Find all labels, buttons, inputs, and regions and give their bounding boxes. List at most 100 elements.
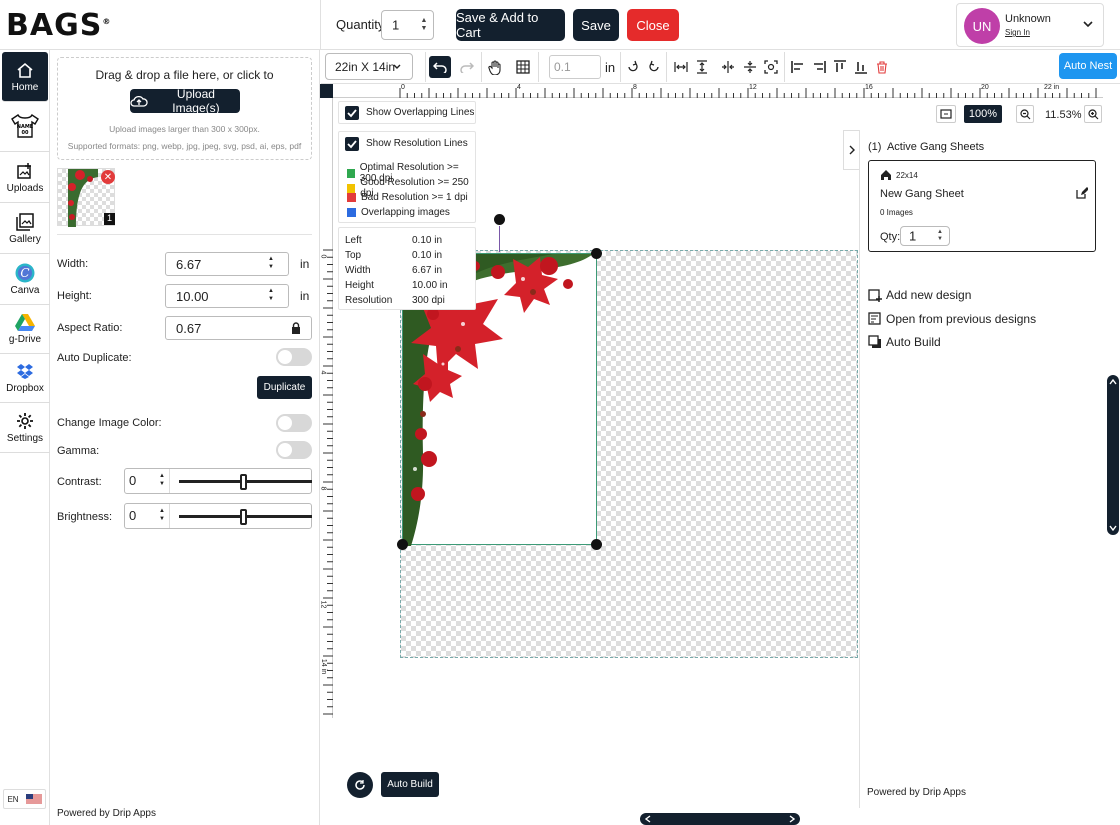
rotate-left-icon[interactable] xyxy=(622,56,644,78)
hand-pan-icon[interactable] xyxy=(484,56,506,78)
trash-icon[interactable] xyxy=(871,56,893,78)
nav-canva[interactable]: C Canva xyxy=(0,255,50,305)
side-nav: Home NAME 00 Uploads Gallery C Canva g-Dr… xyxy=(0,50,50,825)
align-right-icon[interactable] xyxy=(808,56,830,78)
powered-by-brand[interactable]: Drip Apps xyxy=(113,808,156,819)
gang-sheet-card[interactable]: 22x14 New Gang Sheet 0 Images Qty: 1 ▲ ▼ xyxy=(868,160,1096,252)
align-top-icon[interactable] xyxy=(829,56,851,78)
stepper-arrows-icon[interactable]: ▲ ▼ xyxy=(159,507,165,523)
legend-label: Overlapping images xyxy=(361,207,450,218)
info-key: Top xyxy=(345,250,362,261)
stepper-arrows-icon[interactable]: ▲ ▼ xyxy=(419,17,429,33)
fit-width-icon[interactable] xyxy=(670,56,692,78)
redo-icon[interactable] xyxy=(456,56,478,78)
cloud-upload-icon xyxy=(130,95,148,107)
home-icon xyxy=(881,170,891,180)
resize-handle-top-right[interactable] xyxy=(591,248,602,259)
legend-label: Bad Resolution >= 1 dpi xyxy=(361,192,468,203)
undo-icon[interactable] xyxy=(429,56,451,78)
language-selector[interactable]: EN xyxy=(3,789,46,809)
info-value: 300 dpi xyxy=(412,295,445,306)
aspect-ratio-input[interactable]: 0.67 xyxy=(165,316,312,340)
gamma-toggle[interactable] xyxy=(276,441,312,459)
nav-label: Canva xyxy=(10,285,40,296)
auto-nest-button[interactable]: Auto Nest xyxy=(1059,53,1117,79)
refresh-icon[interactable] xyxy=(347,772,373,798)
brightness-slider-thumb[interactable] xyxy=(240,509,247,525)
checkbox-checked-icon[interactable] xyxy=(345,137,359,151)
logo: BAGS® xyxy=(6,8,112,43)
powered-by-brand[interactable]: Drip Apps xyxy=(923,787,966,798)
center-horizontal-icon[interactable] xyxy=(717,56,739,78)
save-add-to-cart-button[interactable]: Save & Add to Cart xyxy=(456,9,565,41)
brightness-input[interactable]: 0 ▲ ▼ xyxy=(125,504,170,528)
vertical-scrollbar[interactable] xyxy=(1107,375,1119,535)
stepper-arrows-icon[interactable]: ▲ ▼ xyxy=(935,229,945,243)
rotate-handle[interactable] xyxy=(494,214,505,225)
align-bottom-icon[interactable] xyxy=(850,56,872,78)
lock-icon[interactable] xyxy=(291,322,301,334)
edit-icon[interactable] xyxy=(1076,187,1088,199)
height-input[interactable]: 10.00 ▲ ▼ xyxy=(165,284,289,308)
center-vertical-icon[interactable] xyxy=(739,56,761,78)
width-input[interactable]: 6.67 ▲ ▼ xyxy=(165,252,289,276)
show-overlapping-toggle[interactable]: Show Overlapping Lines xyxy=(338,101,476,124)
nav-settings[interactable]: Settings xyxy=(0,403,50,453)
rotate-right-icon[interactable] xyxy=(643,56,665,78)
us-flag-icon xyxy=(25,794,42,804)
stepper-arrows-icon[interactable]: ▲ ▼ xyxy=(268,255,274,271)
auto-duplicate-label: Auto Duplicate: xyxy=(57,352,132,364)
sheet-size-select[interactable]: 22in X 14in xyxy=(325,53,413,80)
horizontal-scrollbar[interactable] xyxy=(640,813,800,825)
logo-text: BAGS xyxy=(6,8,103,43)
spacing-input[interactable]: 0.1 xyxy=(549,55,601,79)
zoom-out-icon[interactable] xyxy=(1016,105,1034,123)
change-image-color-toggle[interactable] xyxy=(276,414,312,432)
auto-build-button[interactable]: Auto Build xyxy=(381,772,439,797)
user-menu[interactable]: UN Unknown Sign In xyxy=(956,3,1104,47)
gang-qty-input[interactable]: 1 ▲ ▼ xyxy=(900,226,950,246)
open-designs-icon xyxy=(868,312,881,325)
fit-height-icon[interactable] xyxy=(691,56,713,78)
contrast-slider-thumb[interactable] xyxy=(240,474,247,490)
stepper-arrows-icon[interactable]: ▲ ▼ xyxy=(159,472,165,488)
width-unit: in xyxy=(300,257,310,271)
contrast-input[interactable]: 0 ▲ ▼ xyxy=(125,469,170,493)
remove-thumbnail-close-icon[interactable]: ✕ xyxy=(101,170,115,184)
checkbox-checked-icon[interactable] xyxy=(345,106,359,120)
quantity-input[interactable]: 1 ▲ ▼ xyxy=(381,10,434,40)
brightness-value: 0 xyxy=(129,508,137,523)
open-previous-designs-link[interactable]: Open from previous designs xyxy=(868,312,1036,326)
upload-images-button[interactable]: Upload Image(s) xyxy=(130,87,240,115)
zoom-in-icon[interactable] xyxy=(1084,105,1102,123)
nav-name-product[interactable]: NAME 00 xyxy=(0,102,50,152)
align-left-icon[interactable] xyxy=(787,56,809,78)
nav-dropbox[interactable]: Dropbox xyxy=(0,353,50,403)
nav-home[interactable]: Home xyxy=(2,52,48,102)
legend-item: Overlapping images xyxy=(347,207,450,218)
contrast-value: 0 xyxy=(129,473,137,488)
auto-build-link[interactable]: Auto Build xyxy=(868,335,941,349)
grid-icon[interactable] xyxy=(512,56,534,78)
nav-uploads[interactable]: Uploads xyxy=(0,153,50,203)
gear-icon xyxy=(16,411,34,431)
collapse-panel-chevron-icon[interactable] xyxy=(843,130,859,170)
nav-gallery[interactable]: Gallery xyxy=(0,204,50,254)
auto-duplicate-toggle[interactable] xyxy=(276,348,312,366)
duplicate-button[interactable]: Duplicate xyxy=(257,376,312,399)
save-button[interactable]: Save xyxy=(573,9,619,41)
fit-screen-icon[interactable] xyxy=(936,105,956,123)
nav-gdrive[interactable]: g-Drive xyxy=(0,304,50,354)
add-new-design-link[interactable]: Add new design xyxy=(868,288,971,302)
image-settings-panel: Drag & drop a file here, or click to Upl… xyxy=(50,50,320,825)
zoom-100-button[interactable]: 100% xyxy=(964,105,1002,123)
resize-handle-bottom-right[interactable] xyxy=(591,539,602,550)
stepper-arrows-icon[interactable]: ▲ ▼ xyxy=(268,287,274,303)
close-button[interactable]: Close xyxy=(627,9,679,41)
sign-in-link[interactable]: Sign In xyxy=(1005,28,1030,37)
upload-dropzone[interactable]: Drag & drop a file here, or click to Upl… xyxy=(57,57,312,160)
auto-build-label: Auto Build xyxy=(886,335,941,349)
resize-handle-bottom-left[interactable] xyxy=(397,539,408,550)
fit-to-sheet-icon[interactable] xyxy=(760,56,782,78)
uploaded-thumbnail[interactable]: ✕ 1 xyxy=(57,168,115,227)
